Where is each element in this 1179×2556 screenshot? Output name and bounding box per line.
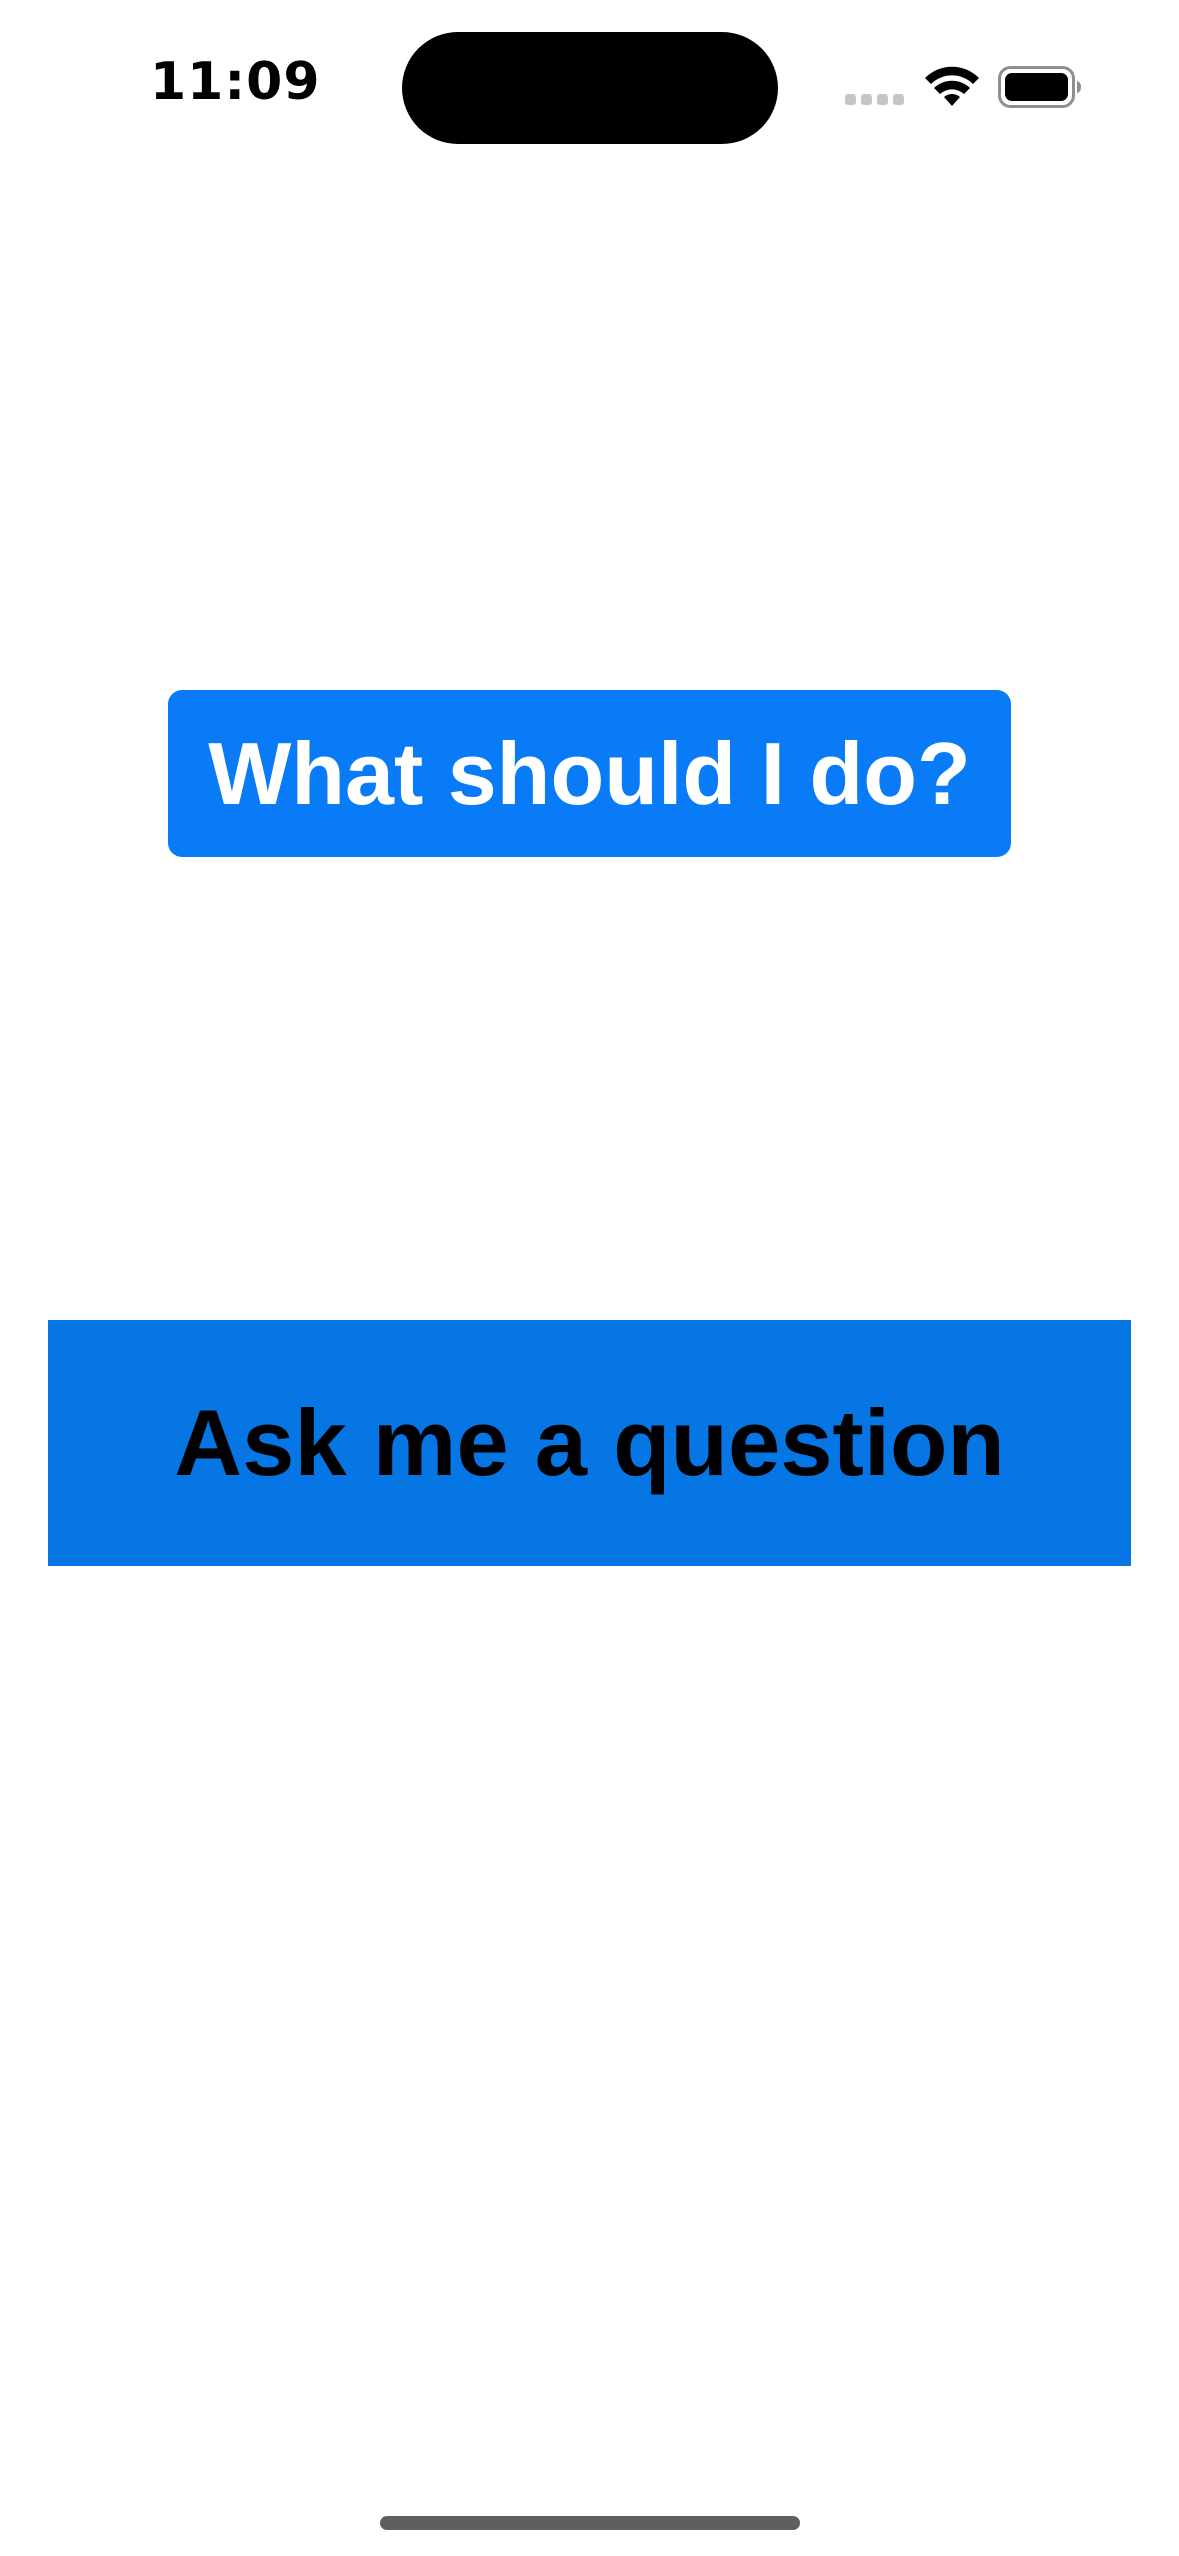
title-label: What should I do? (208, 723, 971, 823)
ask-question-button-label: Ask me a question (174, 1390, 1005, 1495)
dynamic-island (402, 32, 778, 144)
status-bar: 11:09 (0, 0, 1179, 180)
home-indicator[interactable] (380, 2516, 800, 2530)
title-label-box: What should I do? (168, 690, 1011, 857)
status-time: 11:09 (150, 52, 321, 112)
wifi-icon (925, 66, 979, 106)
battery-icon (998, 66, 1081, 108)
ask-question-button[interactable]: Ask me a question (48, 1320, 1131, 1566)
cellular-signal-icon (845, 94, 905, 108)
